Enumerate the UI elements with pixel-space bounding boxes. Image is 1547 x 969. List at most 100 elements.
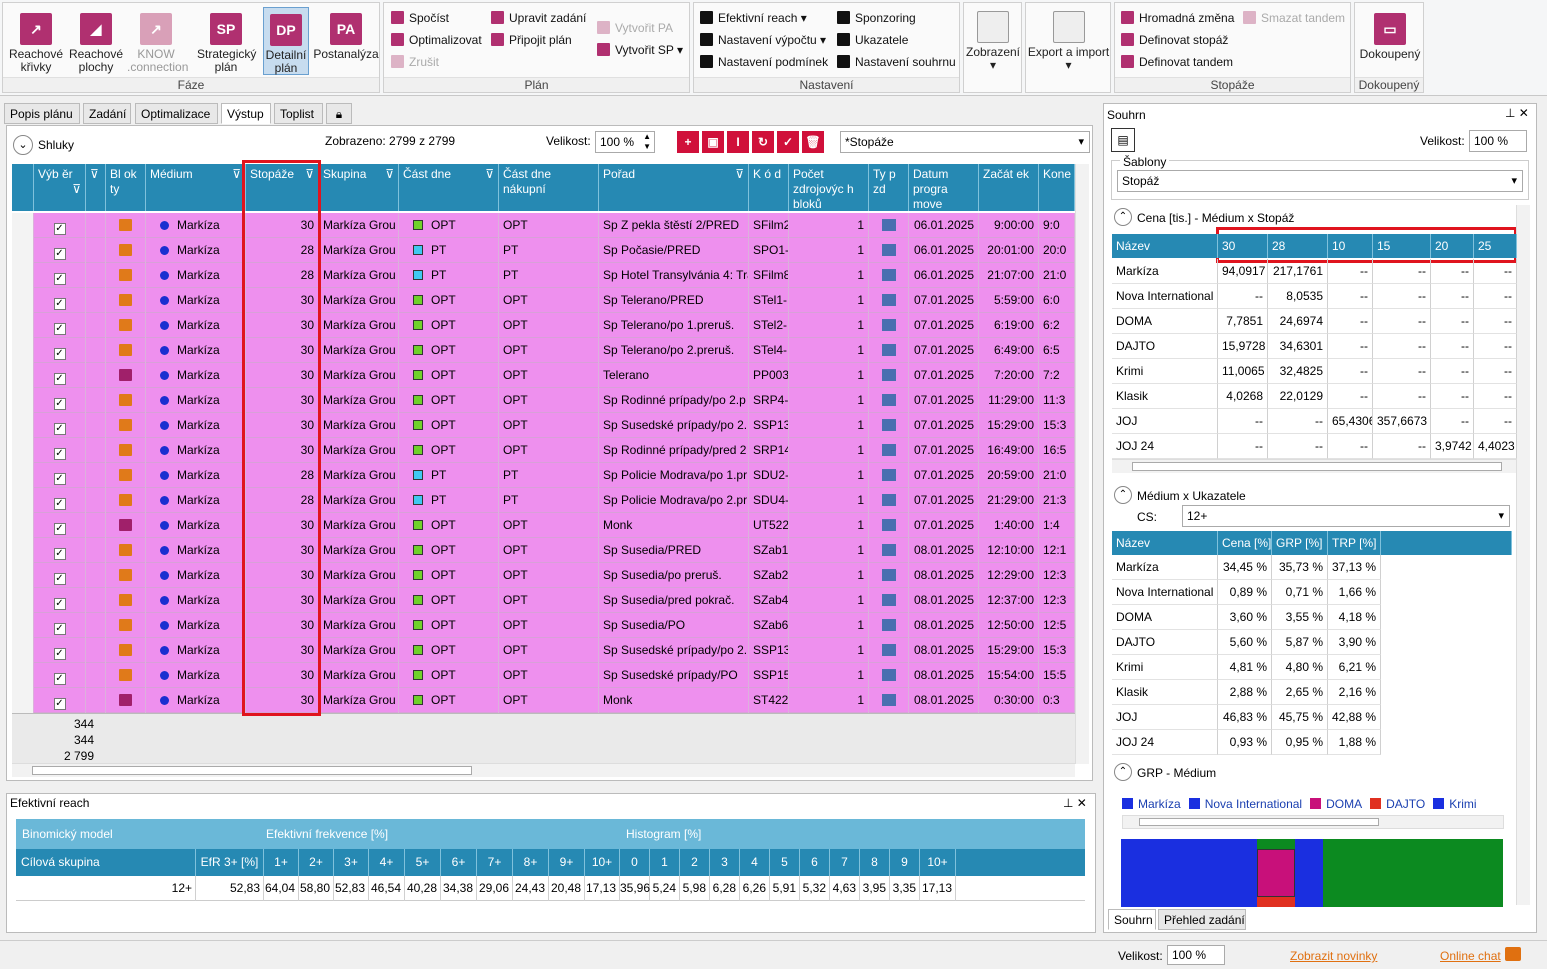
select-cell[interactable]: ✓	[34, 238, 86, 263]
tab-optimalizace[interactable]: Optimalizace	[135, 103, 218, 124]
table-row[interactable]: ✓ Markíza 30 Markíza Grou OPT OPT Sp Rodinné p…	[12, 438, 1075, 463]
table-row[interactable]: ✓ Markíza 30 Markíza Grou OPT OPT Sp Telerano/…	[12, 288, 1075, 313]
select-checkbox[interactable]: ✓	[53, 673, 66, 685]
compute-button[interactable]: Spočíst	[391, 8, 449, 28]
sponsoring-button[interactable]: Sponzoring	[837, 8, 916, 28]
tab-summary[interactable]: Souhrn	[1108, 909, 1156, 930]
table-row[interactable]: ✓ Markíza 28 Markíza Grou PT PT Sp Počasie/PRE…	[12, 238, 1075, 263]
select-cell[interactable]: ✓	[34, 363, 86, 388]
collapse-section3-icon[interactable]: ⌃	[1114, 763, 1132, 781]
export-import-button[interactable]: Export a import ▾	[1026, 5, 1111, 73]
summary-size-spinner[interactable]: 100 %	[1469, 130, 1527, 152]
bulk-change-button[interactable]: Hromadná změna	[1121, 8, 1234, 28]
select-checkbox[interactable]: ✓	[53, 648, 66, 660]
table-row[interactable]: ✓ Markíza 30 Markíza Grou OPT OPT Monk UT522 1 07…	[12, 513, 1075, 538]
select-checkbox[interactable]: ✓	[53, 573, 66, 585]
select-checkbox[interactable]: ✓	[53, 323, 66, 335]
table-row[interactable]: ✓ Markíza 30 Markíza Grou OPT OPT Sp Susedské …	[12, 638, 1075, 663]
view-button[interactable]: Zobrazení ▾	[964, 5, 1022, 73]
grid-horizontal-scrollbar[interactable]	[12, 763, 1075, 777]
tab-vystup[interactable]: Výstup	[221, 103, 271, 124]
table-row[interactable]: ✓ Markíza 30 Markíza Grou OPT OPT Sp Rodinné p…	[12, 388, 1075, 413]
select-checkbox[interactable]: ✓	[53, 348, 66, 360]
table-row[interactable]: ✓ Markíza 28 Markíza Grou PT PT Sp Policie Mod…	[12, 463, 1075, 488]
indicators-button[interactable]: Ukazatele	[837, 30, 908, 50]
header-kod[interactable]: K ó d	[749, 164, 789, 211]
select-cell[interactable]: ✓	[34, 388, 86, 413]
select-checkbox[interactable]: ✓	[53, 223, 66, 235]
tab-toplist[interactable]: Toplist	[274, 103, 323, 124]
strategic-plan-button[interactable]: SP Strategický plán	[197, 7, 256, 75]
select-cell[interactable]: ✓	[34, 613, 86, 638]
header-medium[interactable]: Médium ⊽	[146, 164, 246, 211]
template-select[interactable]: Stopáž	[1117, 170, 1523, 192]
table-row[interactable]: ✓ Markíza 30 Markíza Grou OPT OPT Sp Telerano/…	[12, 313, 1075, 338]
calc-settings-button[interactable]: Nastavení výpočtu ▾	[700, 30, 826, 50]
select-cell[interactable]: ✓	[34, 413, 86, 438]
attach-plan-button[interactable]: Připojit plán	[491, 30, 572, 50]
filter-icon[interactable]: ⊽	[305, 167, 314, 182]
select-cell[interactable]: ✓	[34, 338, 86, 363]
summary-settings-button[interactable]: Nastavení souhrnu	[837, 52, 956, 72]
table-row[interactable]: ✓ Markíza 30 Markíza Grou OPT OPT Sp Z pekla š…	[12, 213, 1075, 238]
table-row[interactable]: ✓ Markíza 30 Markíza Grou OPT OPT Sp Susedia/P…	[12, 613, 1075, 638]
summary-scrollbar[interactable]	[1516, 205, 1530, 905]
header-datum[interactable]: Datum progra move	[909, 164, 979, 211]
add-icon[interactable]: +	[677, 131, 699, 153]
header-konec[interactable]: Kone	[1039, 164, 1075, 211]
table-row[interactable]: ✓ Markíza 30 Markíza Grou OPT OPT Sp Susedia/p…	[12, 588, 1075, 613]
select-cell[interactable]: ✓	[34, 438, 86, 463]
filter-icon[interactable]: ⊽	[232, 167, 241, 182]
optimize-button[interactable]: Optimalizovat	[391, 30, 482, 50]
price-table-scrollbar[interactable]	[1112, 459, 1516, 473]
select-cell[interactable]: ✓	[34, 213, 86, 238]
select-cell[interactable]: ✓	[34, 588, 86, 613]
create-sp-button[interactable]: Vytvořit SP ▾	[597, 40, 683, 60]
check-icon[interactable]: ✓	[777, 131, 799, 153]
chat-icon[interactable]	[1505, 947, 1521, 961]
create-pa-button[interactable]: Vytvořit PA	[597, 18, 673, 38]
select-cell[interactable]: ✓	[34, 313, 86, 338]
conditions-settings-button[interactable]: Nastavení podmínek	[700, 52, 828, 72]
select-checkbox[interactable]: ✓	[53, 698, 66, 710]
grid-vertical-scrollbar[interactable]	[1075, 164, 1089, 764]
detail-plan-button[interactable]: DP Detailní plán	[263, 7, 309, 75]
select-checkbox[interactable]: ✓	[53, 623, 66, 635]
header-porad[interactable]: Pořad ⊽	[599, 164, 749, 211]
tab-brief-overview[interactable]: Přehled zadání	[1158, 909, 1246, 930]
header-cast-dne-nakupni[interactable]: Část dne nákupní	[499, 164, 599, 211]
reach-curves-button[interactable]: ↗ Reachové křivky	[7, 7, 65, 75]
know-connection-button[interactable]: ↗ KNOW .connection	[127, 7, 188, 75]
tab-zadani[interactable]: Zadání	[83, 103, 131, 124]
collapse-section1-icon[interactable]: ⌃	[1114, 208, 1132, 226]
save-icon[interactable]: ▣	[702, 131, 724, 153]
select-checkbox[interactable]: ✓	[53, 598, 66, 610]
header-pocet[interactable]: Počet zdrojovýc h bloků	[789, 164, 869, 211]
filter-icon[interactable]: ⊽	[735, 167, 744, 182]
select-cell[interactable]: ✓	[34, 263, 86, 288]
pin-icon[interactable]: ⊥ ✕	[1063, 796, 1087, 810]
select-cell[interactable]: ✓	[34, 563, 86, 588]
select-checkbox[interactable]: ✓	[53, 448, 66, 460]
select-cell[interactable]: ✓	[34, 463, 86, 488]
header-cast-dne[interactable]: Část dne ⊽	[399, 164, 499, 211]
filter-icon[interactable]: ⊽	[90, 167, 99, 181]
postanalysis-button[interactable]: PA Postanalýza	[313, 7, 379, 75]
select-cell[interactable]: ✓	[34, 638, 86, 663]
delete-icon[interactable]: 🗑︎	[802, 131, 824, 153]
select-cell[interactable]: ✓	[34, 513, 86, 538]
effective-reach-button[interactable]: Efektivní reach ▾	[700, 8, 807, 28]
table-row[interactable]: ✓ Markíza 30 Markíza Grou OPT OPT Sp Susedia/P…	[12, 538, 1075, 563]
table-row[interactable]: ✓ Markíza 30 Markíza Grou OPT OPT Sp Susedia/p…	[12, 563, 1075, 588]
select-cell[interactable]: ✓	[34, 663, 86, 688]
view-select[interactable]: *Stopáže	[840, 131, 1090, 153]
refresh-icon[interactable]: ↻	[752, 131, 774, 153]
summary-pin-icon[interactable]: ⊥ ✕	[1505, 106, 1529, 120]
header-bloky[interactable]: Bl ok ty	[106, 164, 146, 211]
dokoupeny-button[interactable]: ▭ Dokoupený	[1359, 7, 1421, 75]
define-tandem-button[interactable]: Definovat tandem	[1121, 52, 1233, 72]
select-checkbox[interactable]: ✓	[53, 523, 66, 535]
header-stopaze[interactable]: Stopáže ⊽	[246, 164, 319, 211]
select-checkbox[interactable]: ✓	[53, 248, 66, 260]
header-vyber[interactable]: Výb ěr ⊽	[34, 164, 86, 211]
